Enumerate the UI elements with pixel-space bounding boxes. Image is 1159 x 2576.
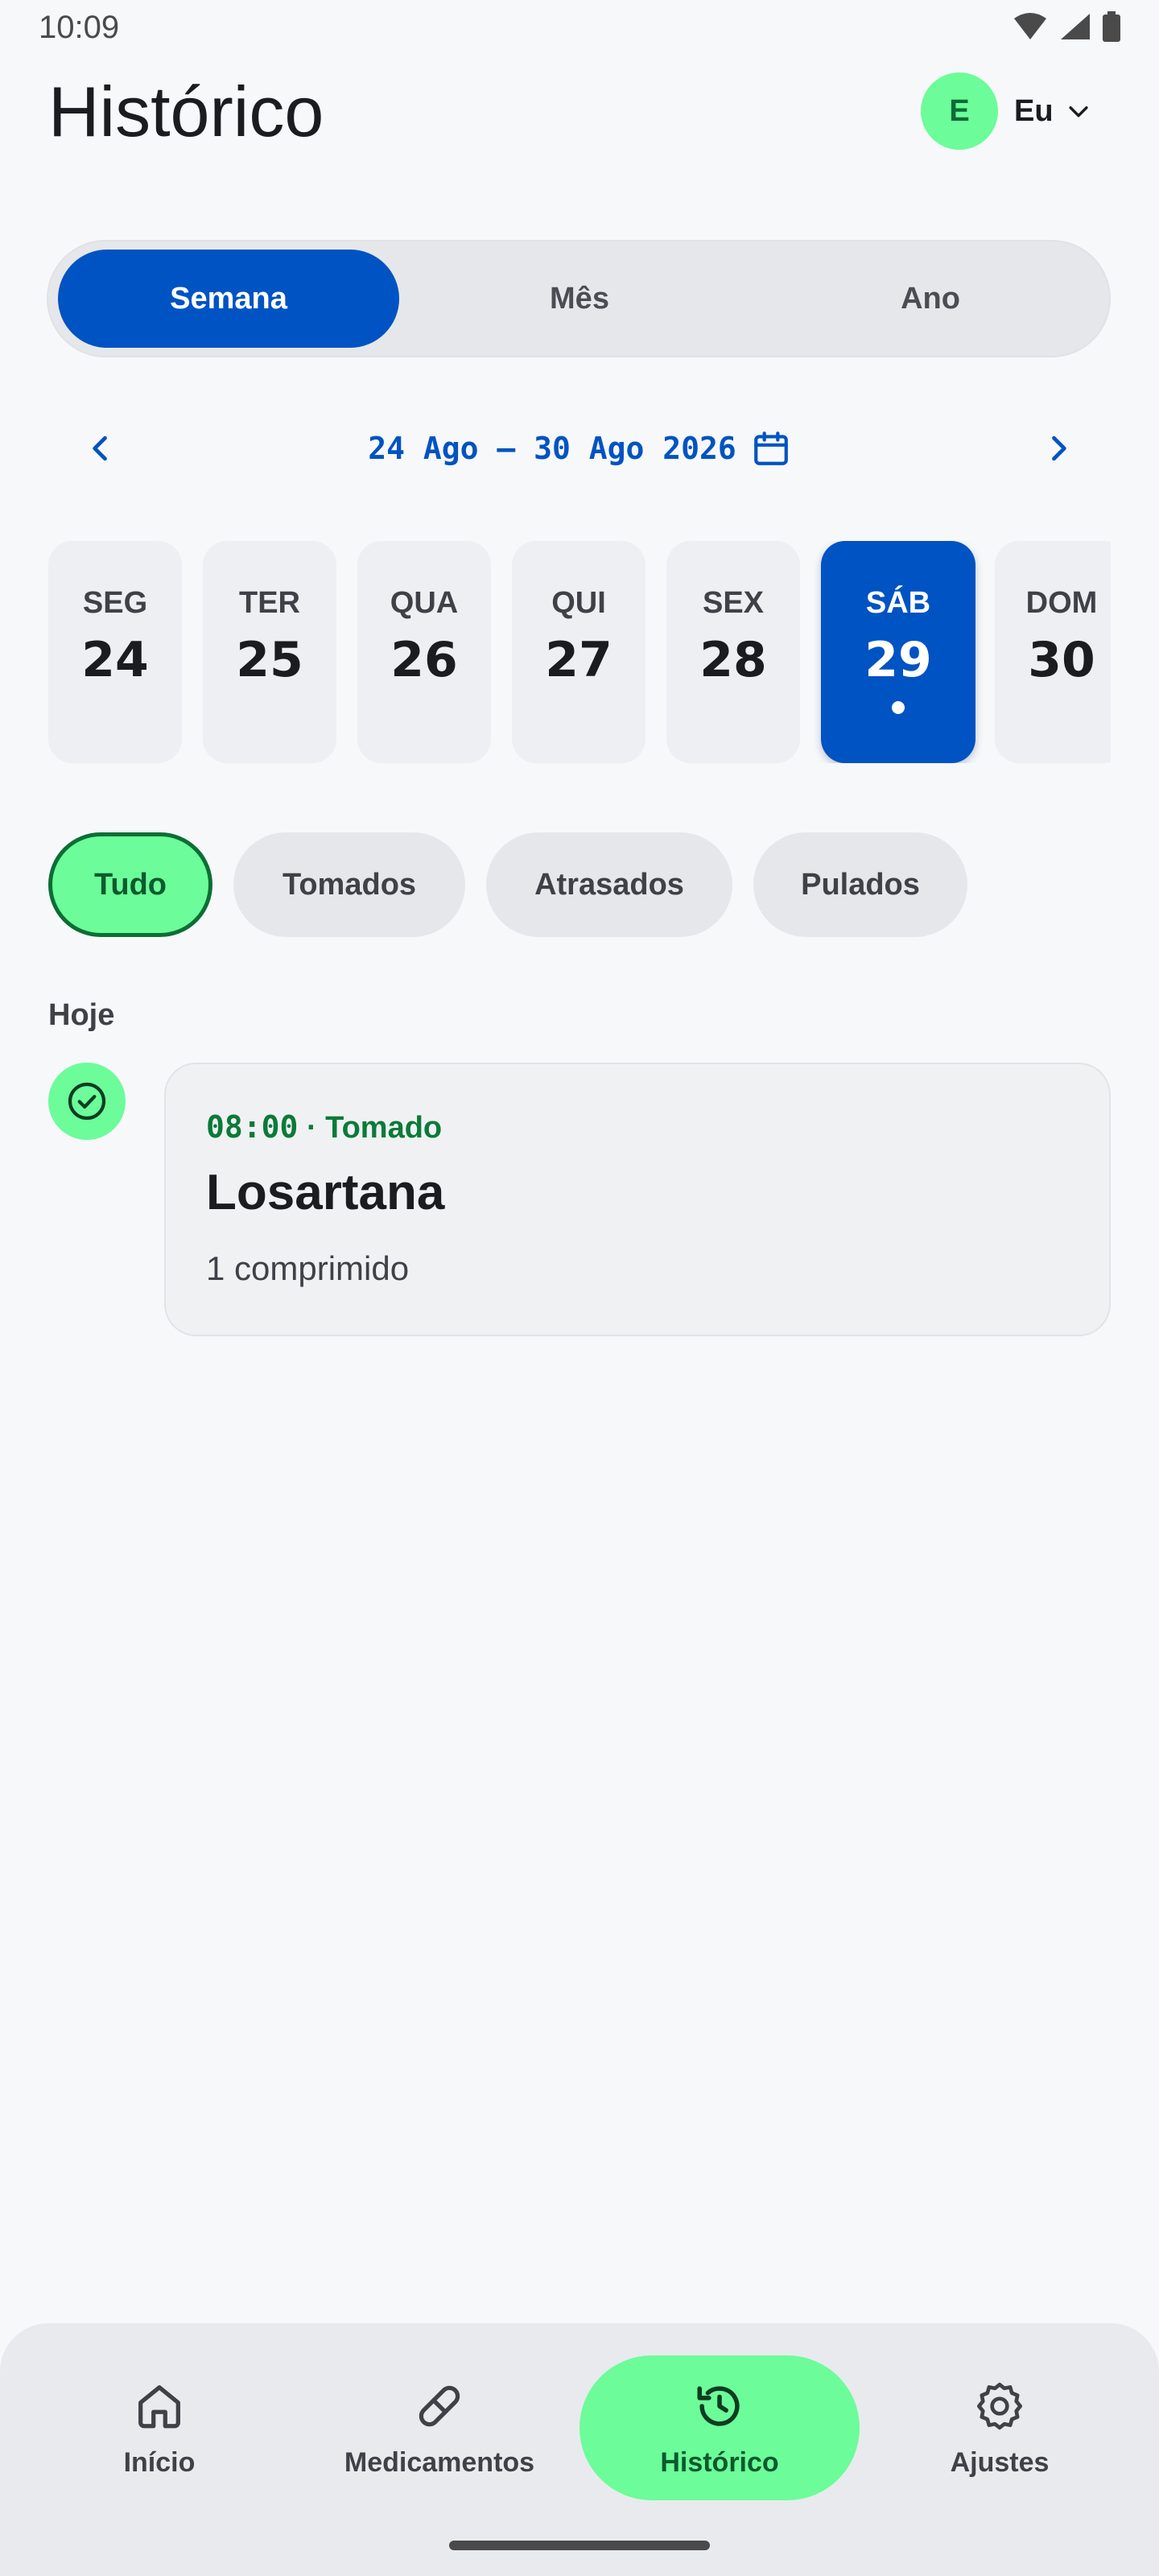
day-item[interactable]: SEX 28: [666, 541, 800, 763]
page-title: Histórico: [48, 72, 324, 151]
day-name: QUA: [390, 586, 459, 620]
entry-separator: ·: [298, 1111, 326, 1145]
status-time: 10:09: [39, 10, 120, 45]
filter-chip-skipped[interactable]: Pulados: [753, 832, 967, 937]
nav-label: Início: [123, 2446, 196, 2478]
filter-chip-all[interactable]: Tudo: [48, 832, 212, 937]
nav-item-medications[interactable]: Medicamentos: [322, 2355, 557, 2500]
home-icon: [138, 2384, 180, 2428]
period-segmented-control: Semana Mês Ano: [47, 240, 1111, 357]
entry-meta: 08:00 · Tomado: [206, 1109, 442, 1146]
day-item[interactable]: TER 25: [203, 541, 336, 763]
date-range-label: 24 Ago – 30 Ago 2026: [368, 431, 736, 466]
medication-name: Losartana: [206, 1165, 445, 1220]
status-bar: 10:09: [0, 0, 1159, 56]
bottom-navigation: Início Medicamentos Histórico Ajustes: [0, 2323, 1159, 2576]
date-range-picker[interactable]: 24 Ago – 30 Ago 2026: [0, 428, 1159, 469]
day-name: DOM: [1025, 586, 1098, 620]
segment-month[interactable]: Mês: [409, 250, 750, 348]
day-name: SEG: [82, 586, 148, 620]
section-label: Hoje: [48, 998, 115, 1032]
nav-label: Medicamentos: [344, 2446, 535, 2478]
day-number: 24: [81, 632, 149, 688]
day-strip: SEG 24 TER 25 QUA 26 QUI 27 SEX 28 SÁB 2…: [48, 541, 1111, 763]
day-number: 30: [1028, 632, 1095, 688]
segment-week[interactable]: Semana: [58, 250, 399, 348]
chevron-right-icon: [1052, 436, 1066, 461]
nav-item-history[interactable]: Histórico: [580, 2355, 860, 2500]
nav-item-home[interactable]: Início: [48, 2355, 270, 2500]
medication-dose: 1 comprimido: [206, 1249, 410, 1287]
nav-label: Histórico: [660, 2446, 779, 2478]
history-entry-card[interactable]: 08:00 · Tomado Losartana 1 comprimido: [164, 1063, 1111, 1336]
filter-chip-late[interactable]: Atrasados: [486, 832, 732, 937]
cellular-signal-icon: [1061, 14, 1090, 39]
profile-switcher[interactable]: E Eu: [921, 72, 1092, 150]
gear-icon: [977, 2382, 1022, 2429]
taken-status-indicator: [48, 1063, 126, 1140]
nav-label: Ajustes: [950, 2446, 1050, 2478]
battery-icon: [1103, 11, 1120, 42]
day-number: 26: [390, 632, 458, 688]
home-indicator-bar[interactable]: [449, 2541, 710, 2550]
history-icon: [697, 2385, 740, 2426]
day-item[interactable]: QUA 26: [357, 541, 491, 763]
calendar-icon: [753, 431, 788, 465]
filter-chip-taken[interactable]: Tomados: [233, 832, 465, 937]
date-navigation: 24 Ago – 30 Ago 2026: [0, 407, 1159, 488]
pill-icon: [419, 2385, 460, 2426]
entry-status: Tomado: [325, 1111, 443, 1145]
segment-year[interactable]: Ano: [760, 250, 1101, 348]
entry-time: 08:00: [206, 1109, 299, 1145]
avatar: E: [921, 72, 998, 150]
day-number: 25: [236, 632, 303, 688]
next-week-button[interactable]: [1038, 428, 1079, 469]
day-item[interactable]: DOM 30: [995, 541, 1111, 763]
chevron-down-icon: [1068, 106, 1088, 118]
day-name: QUI: [551, 586, 606, 620]
profile-name: Eu: [1014, 93, 1054, 128]
day-name: SEX: [702, 586, 765, 620]
day-number: 28: [699, 632, 767, 688]
check-circle-icon: [68, 1082, 106, 1121]
status-icons: [1013, 11, 1120, 42]
day-item-selected[interactable]: SÁB 29: [821, 541, 975, 763]
day-name: TER: [239, 586, 300, 620]
wifi-icon: [1014, 13, 1046, 39]
today-indicator-dot: [892, 701, 905, 714]
day-name: SÁB: [865, 586, 931, 620]
day-item[interactable]: SEG 24: [48, 541, 182, 763]
day-number: 29: [864, 632, 932, 688]
day-item[interactable]: QUI 27: [512, 541, 645, 763]
nav-item-settings[interactable]: Ajustes: [895, 2355, 1104, 2500]
day-number: 27: [545, 632, 612, 688]
